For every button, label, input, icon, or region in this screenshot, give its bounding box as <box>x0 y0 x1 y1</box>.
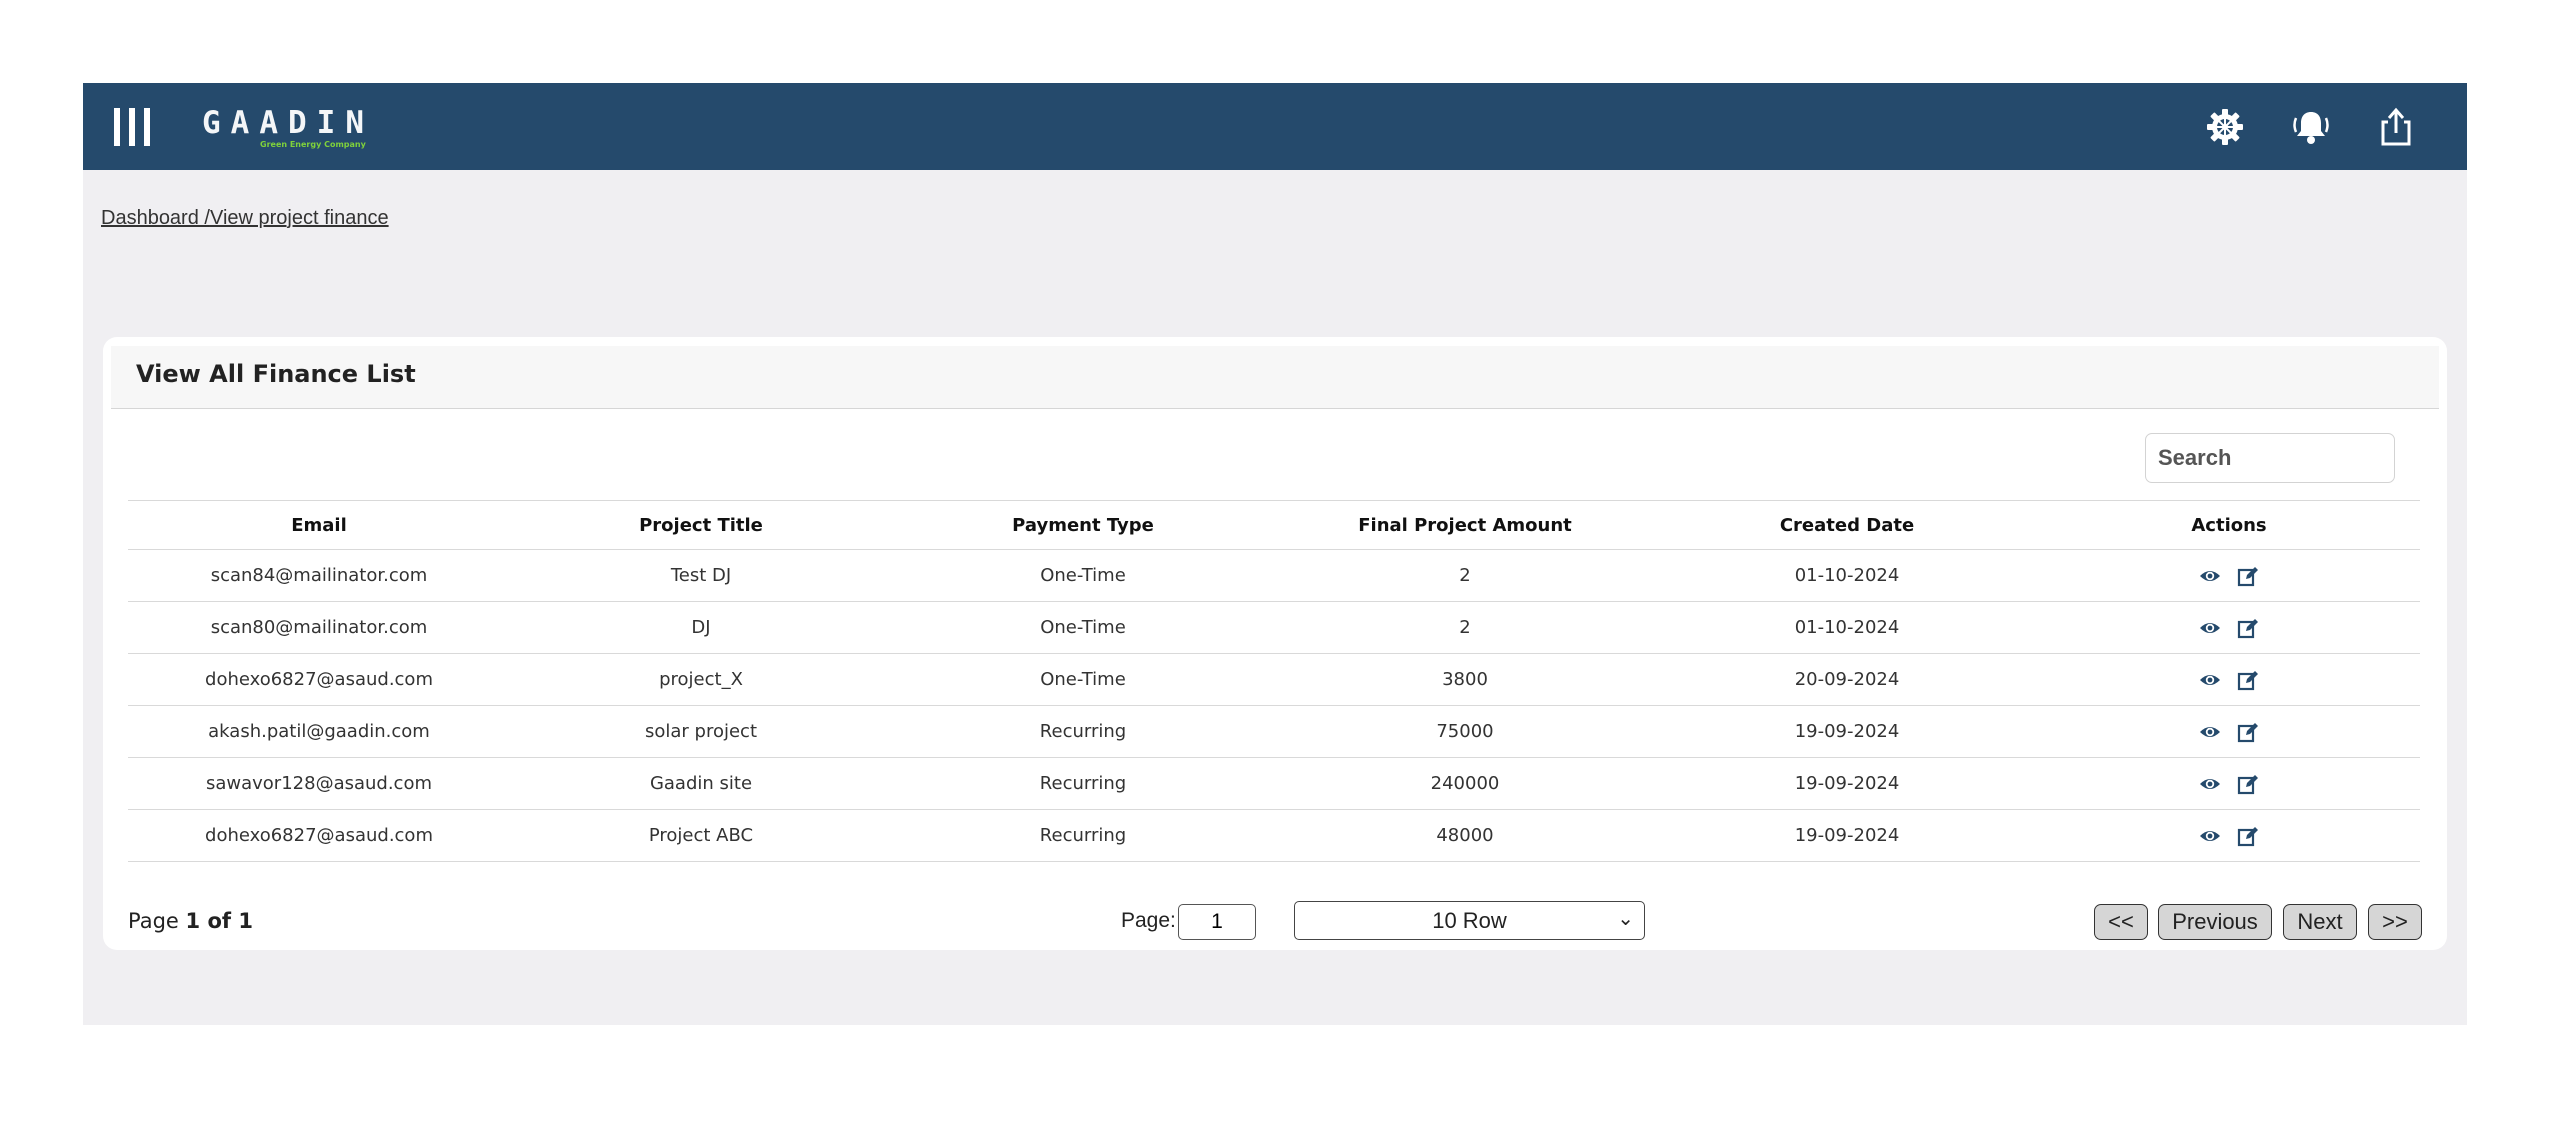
final-project-amount-cell: 48000 <box>1274 809 1656 862</box>
finance-table: Email Project Title Payment Type Final P… <box>128 500 2420 862</box>
bell-icon[interactable] <box>2290 106 2332 148</box>
project-title-cell: DJ <box>510 601 892 654</box>
breadcrumb-current-link[interactable]: View project finance <box>210 207 389 229</box>
payment-type-cell: Recurring <box>892 757 1274 810</box>
top-navbar: GAADIN Green Energy Company <box>83 83 2467 170</box>
edit-icon[interactable] <box>2237 565 2259 587</box>
table-row: scan84@mailinator.com Test DJ One-Time 2 01-… <box>128 549 2420 602</box>
column-header-project-title[interactable]: Project Title <box>510 500 892 550</box>
actions-cell <box>2038 601 2420 654</box>
project-title-cell: Test DJ <box>510 549 892 602</box>
app-shell: GAADIN Green Energy Company Dashboard /V… <box>83 83 2467 1025</box>
rows-per-page-value: 10 Row <box>1432 908 1507 933</box>
actions-cell <box>2038 809 2420 862</box>
final-project-amount-cell: 3800 <box>1274 653 1656 706</box>
project-title-cell: project_X <box>510 653 892 706</box>
chevron-down-icon: ⌄ <box>1617 906 1634 930</box>
column-header-created-date[interactable]: Created Date <box>1656 500 2038 550</box>
table-header-row: Email Project Title Payment Type Final P… <box>128 500 2420 550</box>
email-cell: akash.patil@gaadin.com <box>128 705 510 758</box>
finance-list-card: View All Finance List Email Project Titl… <box>103 337 2447 950</box>
final-project-amount-cell: 240000 <box>1274 757 1656 810</box>
actions-cell <box>2038 653 2420 706</box>
actions-cell <box>2038 549 2420 602</box>
column-header-final-project-amount[interactable]: Final Project Amount <box>1274 500 1656 550</box>
created-date-cell: 19-09-2024 <box>1656 809 2038 862</box>
logo: GAADIN Green Energy Company <box>202 104 382 154</box>
final-project-amount-cell: 2 <box>1274 549 1656 602</box>
table-row: sawavor128@asaud.com Gaadin site Recurring… <box>128 757 2420 810</box>
actions-cell <box>2038 705 2420 758</box>
email-cell: dohexo6827@asaud.com <box>128 809 510 862</box>
search-input[interactable] <box>2145 433 2395 483</box>
first-page-button[interactable]: << <box>2094 904 2148 940</box>
payment-type-cell: One-Time <box>892 601 1274 654</box>
payment-type-cell: Recurring <box>892 809 1274 862</box>
final-project-amount-cell: 75000 <box>1274 705 1656 758</box>
payment-type-cell: One-Time <box>892 653 1274 706</box>
view-icon[interactable] <box>2199 721 2221 743</box>
column-header-payment-type[interactable]: Payment Type <box>892 500 1274 550</box>
page-number-input[interactable] <box>1178 904 1256 940</box>
column-header-email[interactable]: Email <box>128 500 510 550</box>
edit-icon[interactable] <box>2237 825 2259 847</box>
share-icon[interactable] <box>2375 106 2417 148</box>
created-date-cell: 01-10-2024 <box>1656 601 2038 654</box>
email-cell: scan84@mailinator.com <box>128 549 510 602</box>
project-title-cell: solar project <box>510 705 892 758</box>
final-project-amount-cell: 2 <box>1274 601 1656 654</box>
edit-icon[interactable] <box>2237 617 2259 639</box>
breadcrumb: Dashboard /View project finance <box>101 207 389 230</box>
page-info-prefix: Page <box>128 909 186 933</box>
payment-type-cell: Recurring <box>892 705 1274 758</box>
table-row: scan80@mailinator.com DJ One-Time 2 01-10-20… <box>128 601 2420 654</box>
created-date-cell: 19-09-2024 <box>1656 705 2038 758</box>
page-info: Page 1 of 1 <box>128 909 253 933</box>
rows-per-page-select[interactable]: 10 Row ⌄ <box>1294 901 1645 940</box>
logo-tagline: Green Energy Company <box>260 140 366 149</box>
email-cell: sawavor128@asaud.com <box>128 757 510 810</box>
view-icon[interactable] <box>2199 565 2221 587</box>
project-title-cell: Gaadin site <box>510 757 892 810</box>
actions-cell <box>2038 757 2420 810</box>
menu-icon[interactable] <box>114 108 150 146</box>
project-title-cell: Project ABC <box>510 809 892 862</box>
breadcrumb-dashboard-link[interactable]: Dashboard / <box>101 207 210 229</box>
card-header: View All Finance List <box>111 346 2439 409</box>
view-icon[interactable] <box>2199 617 2221 639</box>
edit-icon[interactable] <box>2237 721 2259 743</box>
table-body: scan84@mailinator.com Test DJ One-Time 2 01-… <box>128 549 2420 862</box>
edit-icon[interactable] <box>2237 773 2259 795</box>
created-date-cell: 19-09-2024 <box>1656 757 2038 810</box>
view-icon[interactable] <box>2199 669 2221 691</box>
last-page-button[interactable]: >> <box>2368 904 2422 940</box>
created-date-cell: 20-09-2024 <box>1656 653 2038 706</box>
page-label: Page: <box>1121 909 1176 932</box>
table-row: dohexo6827@asaud.com project_X One-Time 380… <box>128 653 2420 706</box>
column-header-actions: Actions <box>2038 500 2420 550</box>
card-title: View All Finance List <box>136 360 416 388</box>
settings-icon[interactable] <box>2204 106 2246 148</box>
next-page-button[interactable]: Next <box>2283 904 2357 940</box>
email-cell: scan80@mailinator.com <box>128 601 510 654</box>
view-icon[interactable] <box>2199 825 2221 847</box>
view-icon[interactable] <box>2199 773 2221 795</box>
logo-text: GAADIN <box>202 105 374 141</box>
edit-icon[interactable] <box>2237 669 2259 691</box>
table-row: akash.patil@gaadin.com solar project Recur… <box>128 705 2420 758</box>
previous-page-button[interactable]: Previous <box>2158 904 2272 940</box>
email-cell: dohexo6827@asaud.com <box>128 653 510 706</box>
table-row: dohexo6827@asaud.com Project ABC Recurring… <box>128 809 2420 862</box>
page-info-count: 1 of 1 <box>185 909 253 933</box>
payment-type-cell: One-Time <box>892 549 1274 602</box>
created-date-cell: 01-10-2024 <box>1656 549 2038 602</box>
